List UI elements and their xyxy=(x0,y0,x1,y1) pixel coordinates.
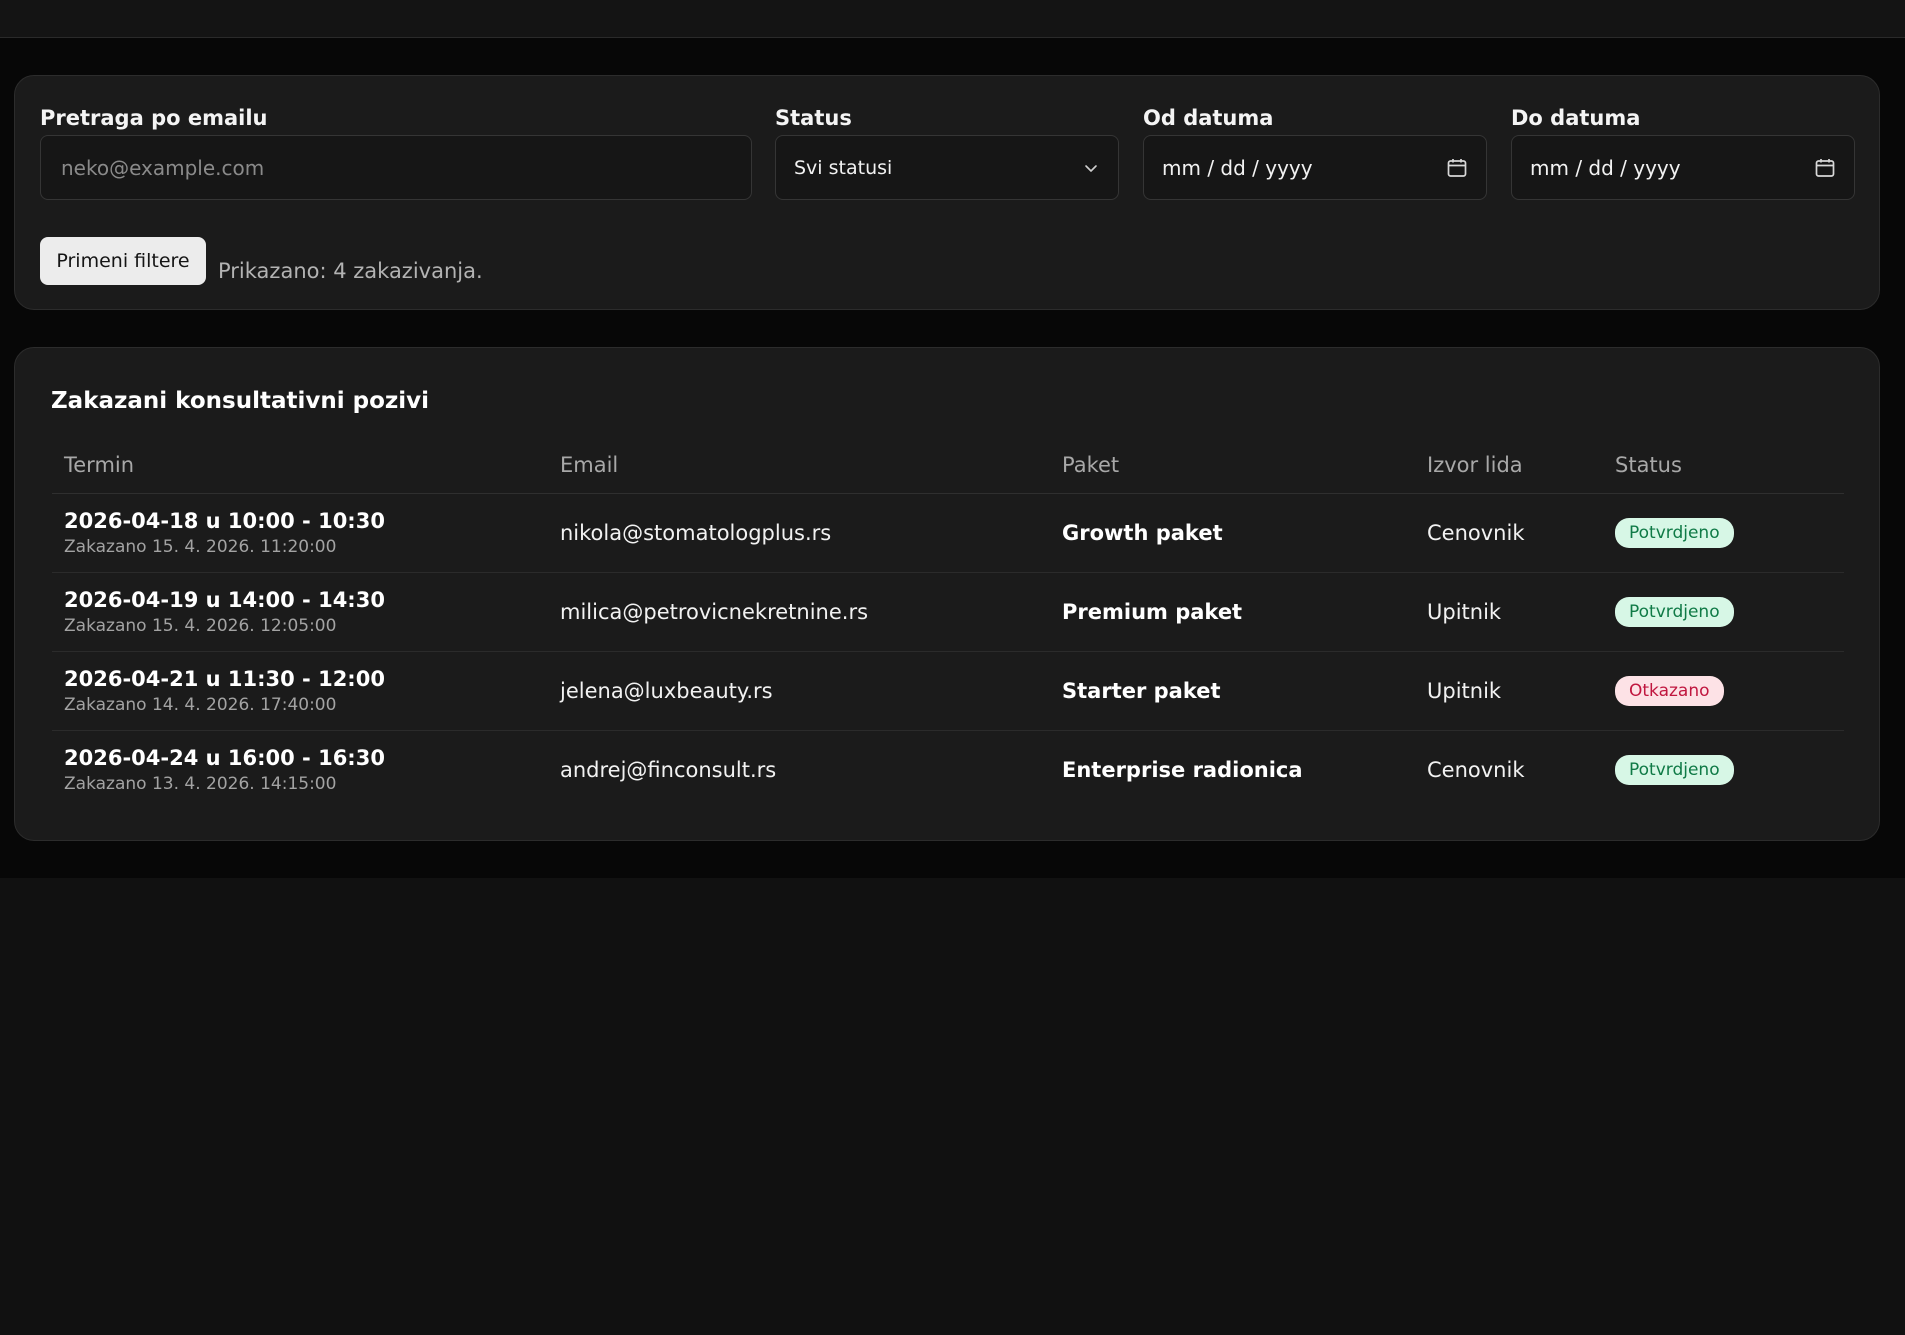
slot-time: 2026-04-18 u 10:00 - 10:30 xyxy=(64,509,385,533)
column-header-email: Email xyxy=(560,453,619,477)
calendar-icon[interactable] xyxy=(1446,157,1468,179)
bookings-title: Zakazani konsultativni pozivi xyxy=(51,388,430,414)
slot-cell: 2026-04-21 u 11:30 - 12:00 Zakazano 14. … xyxy=(64,652,385,730)
booked-at: Zakazano 15. 4. 2026. 11:20:00 xyxy=(64,537,337,557)
apply-filters-button[interactable]: Primeni filtere xyxy=(40,237,206,285)
table-row: 2026-04-19 u 14:00 - 14:30 Zakazano 15. … xyxy=(52,573,1844,652)
slot-cell: 2026-04-19 u 14:00 - 14:30 Zakazano 15. … xyxy=(64,573,385,651)
email-cell: andrej@finconsult.rs xyxy=(560,758,777,782)
top-header-strip xyxy=(0,0,1905,38)
status-cell: Potvrdjeno xyxy=(1615,573,1734,651)
source-cell: Upitnik xyxy=(1427,600,1502,624)
chevron-down-icon xyxy=(1082,159,1100,177)
column-header-paket: Paket xyxy=(1062,453,1120,477)
package-cell: Premium paket xyxy=(1062,600,1243,624)
status-badge: Otkazano xyxy=(1615,676,1724,706)
slot-time: 2026-04-21 u 11:30 - 12:00 xyxy=(64,667,385,691)
slot-cell: 2026-04-24 u 16:00 - 16:30 Zakazano 13. … xyxy=(64,731,385,809)
status-cell: Potvrdjeno xyxy=(1615,494,1734,572)
to-date-label: Do datuma xyxy=(1511,106,1641,130)
slot-time: 2026-04-19 u 14:00 - 14:30 xyxy=(64,588,385,612)
status-badge: Potvrdjeno xyxy=(1615,518,1734,548)
status-badge: Potvrdjeno xyxy=(1615,755,1734,785)
to-date-placeholder: mm / dd / yyyy xyxy=(1530,155,1681,180)
status-badge: Potvrdjeno xyxy=(1615,597,1734,627)
table-header: Termin Email Paket Izvor lida Status xyxy=(52,435,1844,494)
package-cell: Starter paket xyxy=(1062,679,1221,703)
status-cell: Potvrdjeno xyxy=(1615,731,1734,809)
email-filter-label: Pretraga po emailu xyxy=(40,106,268,130)
booked-at: Zakazano 14. 4. 2026. 17:40:00 xyxy=(64,695,337,715)
slot-time: 2026-04-24 u 16:00 - 16:30 xyxy=(64,746,385,770)
email-cell: jelena@luxbeauty.rs xyxy=(560,679,773,703)
slot-cell: 2026-04-18 u 10:00 - 10:30 Zakazano 15. … xyxy=(64,494,385,572)
calendar-icon[interactable] xyxy=(1814,157,1836,179)
from-date-input[interactable]: mm / dd / yyyy xyxy=(1143,135,1487,200)
table-row: 2026-04-18 u 10:00 - 10:30 Zakazano 15. … xyxy=(52,494,1844,573)
booked-at: Zakazano 15. 4. 2026. 12:05:00 xyxy=(64,616,337,636)
email-cell: nikola@stomatologplus.rs xyxy=(560,521,832,545)
bookings-card: Zakazani konsultativni pozivi Termin Ema… xyxy=(14,347,1880,841)
filters-card: Pretraga po emailu Status Svi statusi Od… xyxy=(14,75,1880,310)
from-date-placeholder: mm / dd / yyyy xyxy=(1162,155,1313,180)
column-header-termin: Termin xyxy=(64,453,135,477)
bookings-table: Termin Email Paket Izvor lida Status 202… xyxy=(52,435,1844,809)
status-select[interactable]: Svi statusi xyxy=(775,135,1119,200)
status-select-value: Svi statusi xyxy=(794,156,893,179)
source-cell: Cenovnik xyxy=(1427,521,1525,545)
status-filter-label: Status xyxy=(775,106,852,130)
table-row: 2026-04-21 u 11:30 - 12:00 Zakazano 14. … xyxy=(52,652,1844,731)
email-cell: milica@petrovicnekretnine.rs xyxy=(560,600,869,624)
column-header-status: Status xyxy=(1615,453,1682,477)
column-header-izvor: Izvor lida xyxy=(1427,453,1523,477)
source-cell: Upitnik xyxy=(1427,679,1502,703)
table-row: 2026-04-24 u 16:00 - 16:30 Zakazano 13. … xyxy=(52,731,1844,809)
from-date-label: Od datuma xyxy=(1143,106,1274,130)
to-date-input[interactable]: mm / dd / yyyy xyxy=(1511,135,1855,200)
email-search-field[interactable] xyxy=(40,135,752,200)
package-cell: Enterprise radionica xyxy=(1062,758,1303,782)
status-cell: Otkazano xyxy=(1615,652,1724,730)
booked-at: Zakazano 13. 4. 2026. 14:15:00 xyxy=(64,774,337,794)
email-search-input[interactable] xyxy=(59,154,733,181)
package-cell: Growth paket xyxy=(1062,521,1223,545)
source-cell: Cenovnik xyxy=(1427,758,1525,782)
results-summary: Prikazano: 4 zakazivanja. xyxy=(218,259,483,283)
